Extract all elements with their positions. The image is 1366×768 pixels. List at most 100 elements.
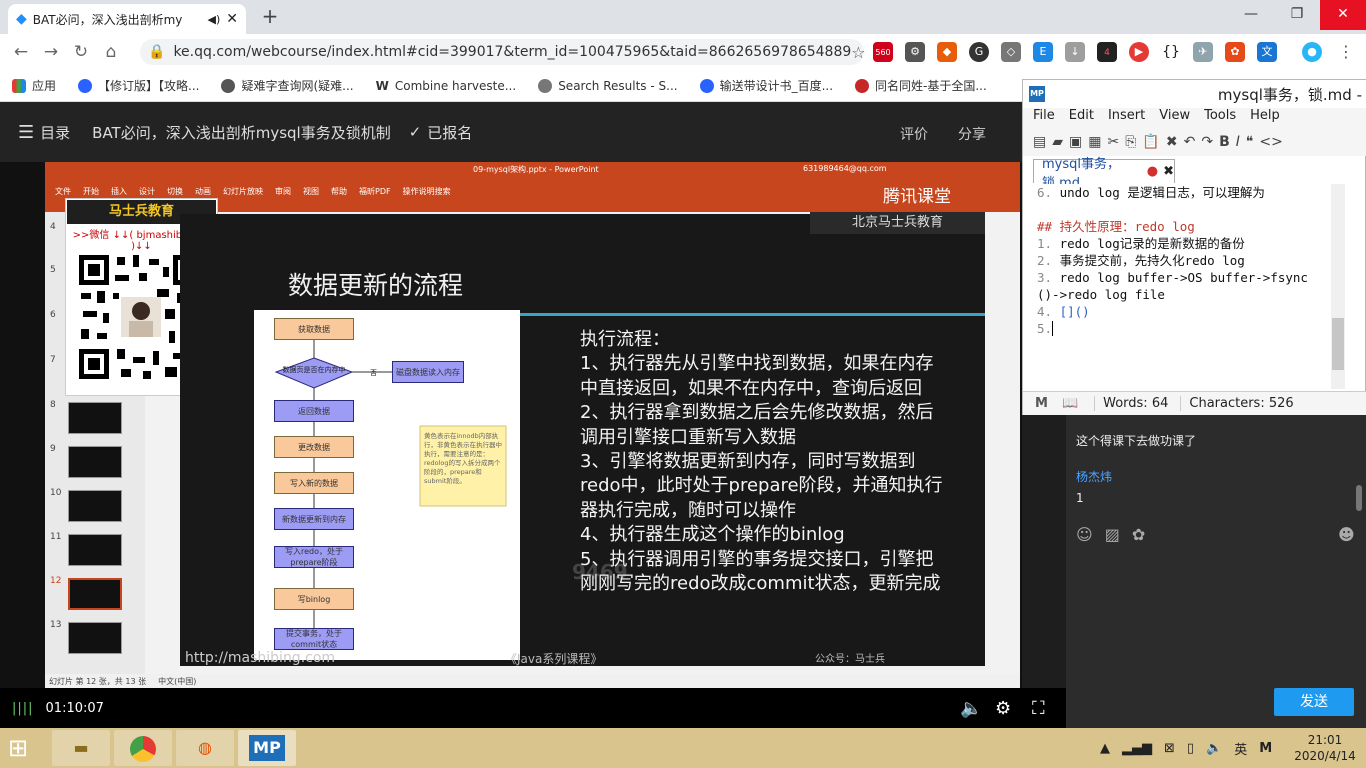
extension-icon[interactable]: 4 <box>1097 42 1117 62</box>
save-all-icon[interactable]: ▦ <box>1088 134 1101 150</box>
menu-insert[interactable]: Insert <box>1108 108 1145 128</box>
close-tab-icon[interactable]: ✕ <box>226 11 238 27</box>
markdownpad-taskbar-icon[interactable]: MP <box>238 730 296 766</box>
back-icon[interactable]: ← <box>6 42 36 62</box>
forward-icon[interactable]: → <box>36 42 66 62</box>
network-icon[interactable]: ▂▄▆ <box>1122 741 1152 756</box>
menu-tools[interactable]: Tools <box>1204 108 1236 128</box>
bookmark-item[interactable]: 同名同姓-基于全国... <box>855 77 987 94</box>
catalog-button[interactable]: 目录 <box>40 122 70 143</box>
bookmark-item[interactable]: W Combine harveste... <box>376 79 517 93</box>
extension-icon[interactable]: ▶ <box>1129 42 1149 62</box>
clock-time: 21:01 <box>1307 733 1343 747</box>
slide-number: 6 <box>50 310 56 320</box>
slide-thumbnail[interactable] <box>68 534 122 566</box>
slide-thumbnail[interactable] <box>68 446 122 478</box>
share-button[interactable]: 分享 <box>958 124 986 144</box>
bookmark-item[interactable]: 疑难字查询网(疑难... <box>221 77 354 94</box>
translate-icon[interactable]: 文 <box>1257 42 1277 62</box>
download-icon[interactable]: ↓ <box>1065 42 1085 62</box>
code-icon[interactable]: <> <box>1259 134 1282 150</box>
system-clock[interactable]: 21:01 2020/4/14 <box>1290 732 1360 764</box>
menu-view[interactable]: View <box>1159 108 1190 128</box>
extension-icon[interactable]: {} <box>1161 42 1181 62</box>
book-icon[interactable]: 📖 <box>1062 396 1078 411</box>
user-icon[interactable]: ☻ <box>1338 525 1355 544</box>
input-method-icon[interactable]: M <box>1259 741 1272 756</box>
file-explorer-icon[interactable]: ▬ <box>52 730 110 766</box>
chat-scrollbar[interactable] <box>1356 485 1362 511</box>
quote-icon[interactable]: ❝ <box>1246 134 1254 150</box>
speaker-icon[interactable]: ◀) <box>208 13 221 26</box>
slide-thumbnail[interactable] <box>68 402 122 434</box>
send-button[interactable]: 发送 <box>1274 688 1354 716</box>
editor-scrollbar-thumb[interactable] <box>1332 318 1344 370</box>
slide-number: 8 <box>50 400 56 410</box>
flower-icon[interactable]: ✿ <box>1132 525 1145 544</box>
markdownpad-menubar: File Edit Insert View Tools Help <box>1023 108 1366 128</box>
bookmark-star-icon[interactable]: ☆ <box>851 43 865 62</box>
bookmark-apps[interactable]: 应用 <box>12 77 56 94</box>
cut-icon[interactable]: ✂ <box>1107 134 1119 150</box>
slide-thumbnail-selected[interactable] <box>68 578 122 610</box>
settings-icon[interactable]: ⚙ <box>995 698 1011 719</box>
slide-thumbnail[interactable] <box>68 622 122 654</box>
app-icon[interactable]: ◍ <box>176 730 234 766</box>
menu-file[interactable]: File <box>1033 108 1055 128</box>
save-icon[interactable]: ▣ <box>1069 134 1082 150</box>
image-icon[interactable]: ▨ <box>1105 525 1120 544</box>
extension-icon[interactable]: ⚙ <box>905 42 925 62</box>
redo-icon[interactable]: ↷ <box>1201 134 1213 150</box>
close-doc-icon[interactable]: ✖ <box>1163 164 1174 179</box>
more-menu-icon[interactable]: ⋮ <box>1336 42 1356 62</box>
minimize-window-button[interactable]: — <box>1228 0 1274 30</box>
360-extension-icon[interactable]: 560 <box>873 42 893 62</box>
extension-icon[interactable]: ✿ <box>1225 42 1245 62</box>
play-pause-icon[interactable]: |||| <box>12 701 34 716</box>
markdown-editor[interactable]: 6. undo log 是逻辑日志，可以理解为 ## 持久性原理：redo lo… <box>1031 184 1331 389</box>
menu-help[interactable]: Help <box>1250 108 1280 128</box>
slide-number-current: 12 <box>50 576 62 586</box>
address-bar[interactable]: 🔒 ke.qq.com/webcourse/index.html#cid=399… <box>140 39 866 65</box>
open-folder-icon[interactable]: ▰ <box>1052 134 1063 150</box>
close-window-button[interactable]: ✕ <box>1320 0 1366 30</box>
italic-icon[interactable]: I <box>1236 134 1240 150</box>
volume-icon[interactable]: 🔈 <box>960 698 982 719</box>
enrolled-label: 已报名 <box>427 123 473 142</box>
ime-indicator[interactable]: 英 <box>1234 739 1247 758</box>
browser-tab[interactable]: ◆ BAT必问，深入浅出剖析my ◀) ✕ <box>8 4 246 34</box>
tray-app-icon[interactable]: ▯ <box>1187 741 1194 756</box>
copy-icon[interactable]: ⎘ <box>1125 134 1136 150</box>
profile-avatar-icon[interactable]: ● <box>1302 42 1322 62</box>
extension-icon[interactable]: ◆ <box>937 42 957 62</box>
tray-app-icon[interactable]: ⊠ <box>1164 741 1175 756</box>
markdownpad-doc-tab[interactable]: mysql事务，锁.md ● ✖ <box>1033 157 1175 191</box>
extension-icon[interactable]: E <box>1033 42 1053 62</box>
new-tab-button[interactable]: + <box>258 6 282 28</box>
menu-edit[interactable]: Edit <box>1069 108 1094 128</box>
fullscreen-icon[interactable]: ⛶ <box>1032 698 1045 719</box>
bold-icon[interactable]: B <box>1219 134 1230 150</box>
tray-chevron-icon[interactable]: ▲ <box>1100 741 1110 756</box>
bookmark-item[interactable]: Search Results - S... <box>538 78 678 93</box>
maximize-window-button[interactable]: ❐ <box>1274 0 1320 30</box>
paste-icon[interactable]: 📋 <box>1142 134 1159 150</box>
extension-icon[interactable]: ✈ <box>1193 42 1213 62</box>
emoji-icon[interactable]: ☺ <box>1076 525 1093 544</box>
bookmark-item[interactable]: 【修订版】【攻略... <box>78 77 199 94</box>
reload-icon[interactable]: ↻ <box>66 42 96 62</box>
slide-thumbnail[interactable] <box>68 490 122 522</box>
new-file-icon[interactable]: ▤ <box>1033 134 1046 150</box>
chrome-icon[interactable] <box>114 730 172 766</box>
bookmark-item[interactable]: 输送带设计书_百度... <box>699 77 833 94</box>
delete-icon[interactable]: ✖ <box>1166 134 1178 150</box>
menu-icon[interactable]: ☰ <box>18 122 34 143</box>
home-icon[interactable]: ⌂ <box>96 42 126 62</box>
windows-start-icon[interactable]: ⊞ <box>8 734 40 762</box>
volume-tray-icon[interactable]: 🔈 <box>1206 741 1222 756</box>
undo-icon[interactable]: ↶ <box>1184 134 1196 150</box>
extension-icon[interactable]: G <box>969 42 989 62</box>
shield-icon[interactable]: ◇ <box>1001 42 1021 62</box>
markdown-mode-icon[interactable]: M <box>1035 396 1048 411</box>
rate-button[interactable]: 评价 <box>900 124 928 144</box>
